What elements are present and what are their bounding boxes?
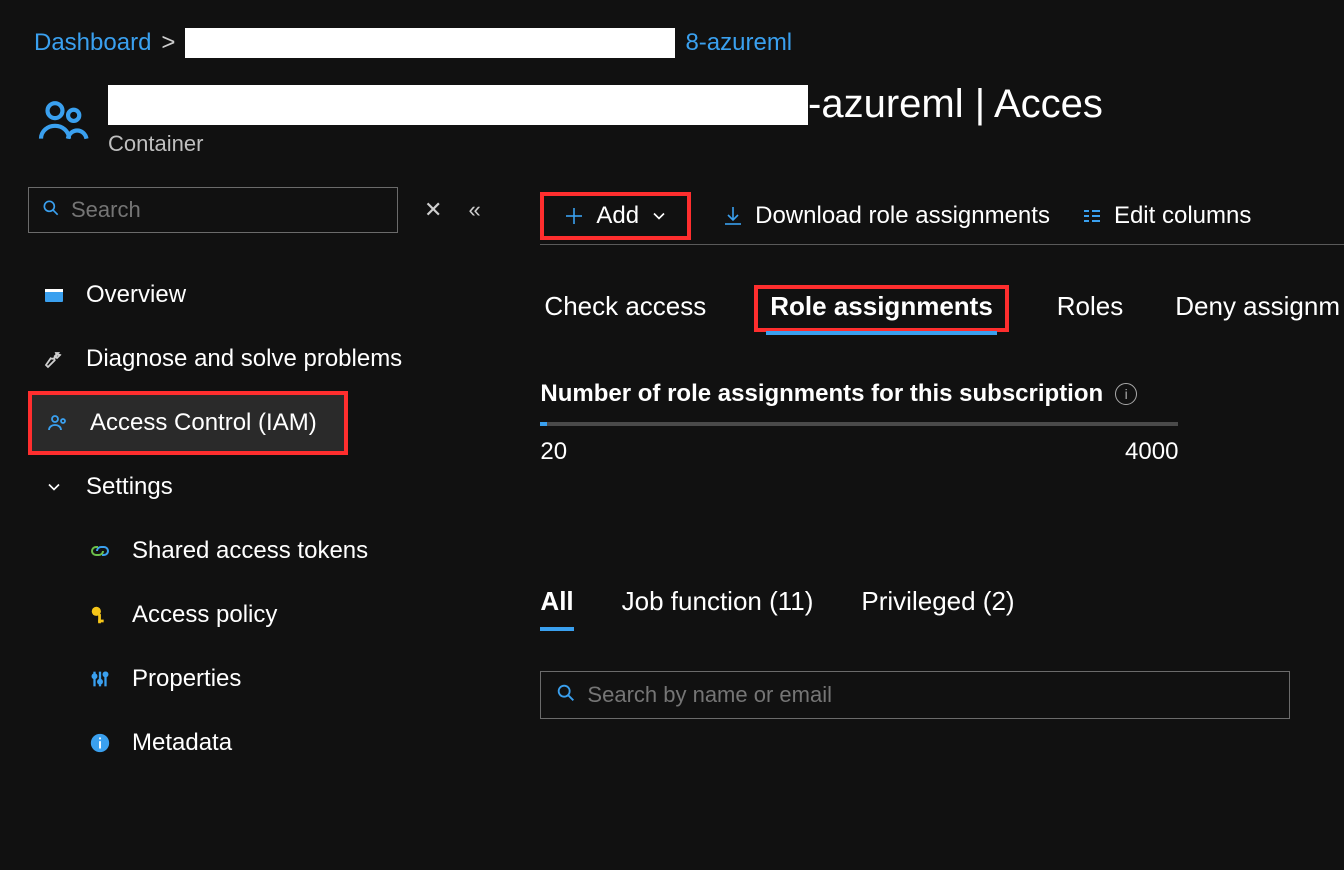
- sidebar-label: Diagnose and solve problems: [86, 345, 402, 373]
- toolbar: Add Download role assignments Edit colum…: [540, 187, 1344, 245]
- download-icon: [721, 204, 745, 228]
- title-redacted: [108, 85, 808, 125]
- sidebar-label: Properties: [132, 665, 241, 693]
- sidebar-item-settings[interactable]: Settings: [28, 455, 496, 519]
- sidebar-label: Overview: [86, 281, 186, 309]
- sidebar-item-shared-tokens[interactable]: Shared access tokens: [28, 519, 496, 583]
- tabs: Check access Role assignments Roles Deny…: [540, 285, 1344, 332]
- sidebar-item-properties[interactable]: Properties: [28, 647, 496, 711]
- role-assignment-count: Number of role assignments for this subs…: [540, 380, 1178, 466]
- download-button[interactable]: Download role assignments: [721, 202, 1050, 230]
- sidebar-item-metadata[interactable]: Metadata: [28, 711, 496, 775]
- plus-icon: [562, 204, 586, 228]
- edit-columns-button[interactable]: Edit columns: [1080, 202, 1251, 230]
- info-icon: [86, 729, 114, 757]
- sidebar: ✕ « Overview Diagnose and solve problems: [0, 187, 496, 775]
- columns-icon: [1080, 204, 1104, 228]
- progress-bar: [540, 422, 1178, 426]
- stat-title: Number of role assignments for this subs…: [540, 380, 1103, 408]
- close-icon[interactable]: ✕: [424, 197, 442, 223]
- collapse-sidebar-icon[interactable]: «: [468, 197, 480, 223]
- sidebar-label: Settings: [86, 473, 173, 501]
- main-content: Add Download role assignments Edit colum…: [496, 187, 1344, 775]
- breadcrumb-current[interactable]: 8-azureml: [685, 29, 792, 57]
- wrench-icon: [40, 345, 68, 373]
- page-title: -azureml | Acces: [808, 82, 1103, 127]
- link-icon: [86, 537, 114, 565]
- breadcrumb: Dashboard > 8-azureml: [0, 0, 1344, 58]
- tab-role-assignments-highlight: Role assignments: [754, 285, 1009, 332]
- folder-icon: [40, 281, 68, 309]
- tab-check-access[interactable]: Check access: [540, 285, 710, 332]
- tab-roles[interactable]: Roles: [1053, 285, 1127, 332]
- breadcrumb-redacted: [185, 28, 675, 58]
- tab-role-assignments[interactable]: Role assignments: [766, 285, 997, 335]
- add-label: Add: [596, 202, 639, 230]
- filter-all[interactable]: All: [540, 586, 573, 631]
- stat-current: 20: [540, 438, 567, 466]
- search-icon: [41, 198, 61, 223]
- chevron-down-icon: [649, 206, 669, 226]
- sidebar-label: Shared access tokens: [132, 537, 368, 565]
- page-subtitle: Container: [108, 131, 1103, 157]
- sidebar-label: Access policy: [132, 601, 277, 629]
- search-by-name[interactable]: [540, 671, 1290, 719]
- sliders-icon: [86, 665, 114, 693]
- people-icon: [44, 409, 72, 437]
- sidebar-item-access-policy[interactable]: Access policy: [28, 583, 496, 647]
- sidebar-search[interactable]: [28, 187, 398, 233]
- search-icon: [555, 682, 577, 709]
- page-title-row: -azureml | Acces Container: [0, 58, 1344, 157]
- breadcrumb-separator: >: [161, 29, 175, 57]
- search-input[interactable]: [71, 197, 385, 223]
- sidebar-item-overview[interactable]: Overview: [28, 263, 496, 327]
- filter-privileged[interactable]: Privileged (2): [861, 586, 1014, 631]
- key-icon: [86, 601, 114, 629]
- sidebar-label: Access Control (IAM): [90, 409, 317, 437]
- search-by-name-input[interactable]: [587, 682, 1275, 708]
- info-icon[interactable]: i: [1115, 383, 1137, 405]
- add-button[interactable]: Add: [540, 192, 691, 240]
- filter-tabs: All Job function (11) Privileged (2): [540, 586, 1344, 631]
- sidebar-item-access-control[interactable]: Access Control (IAM): [28, 391, 348, 455]
- chevron-down-icon: [40, 473, 68, 501]
- sidebar-item-diagnose[interactable]: Diagnose and solve problems: [28, 327, 496, 391]
- stat-max: 4000: [1125, 438, 1178, 466]
- edit-columns-label: Edit columns: [1114, 202, 1251, 230]
- breadcrumb-root[interactable]: Dashboard: [34, 29, 151, 57]
- people-icon: [34, 92, 90, 148]
- sidebar-label: Metadata: [132, 729, 232, 757]
- tab-deny-assignments[interactable]: Deny assignm: [1171, 285, 1344, 332]
- download-label: Download role assignments: [755, 202, 1050, 230]
- filter-job-function[interactable]: Job function (11): [622, 586, 814, 631]
